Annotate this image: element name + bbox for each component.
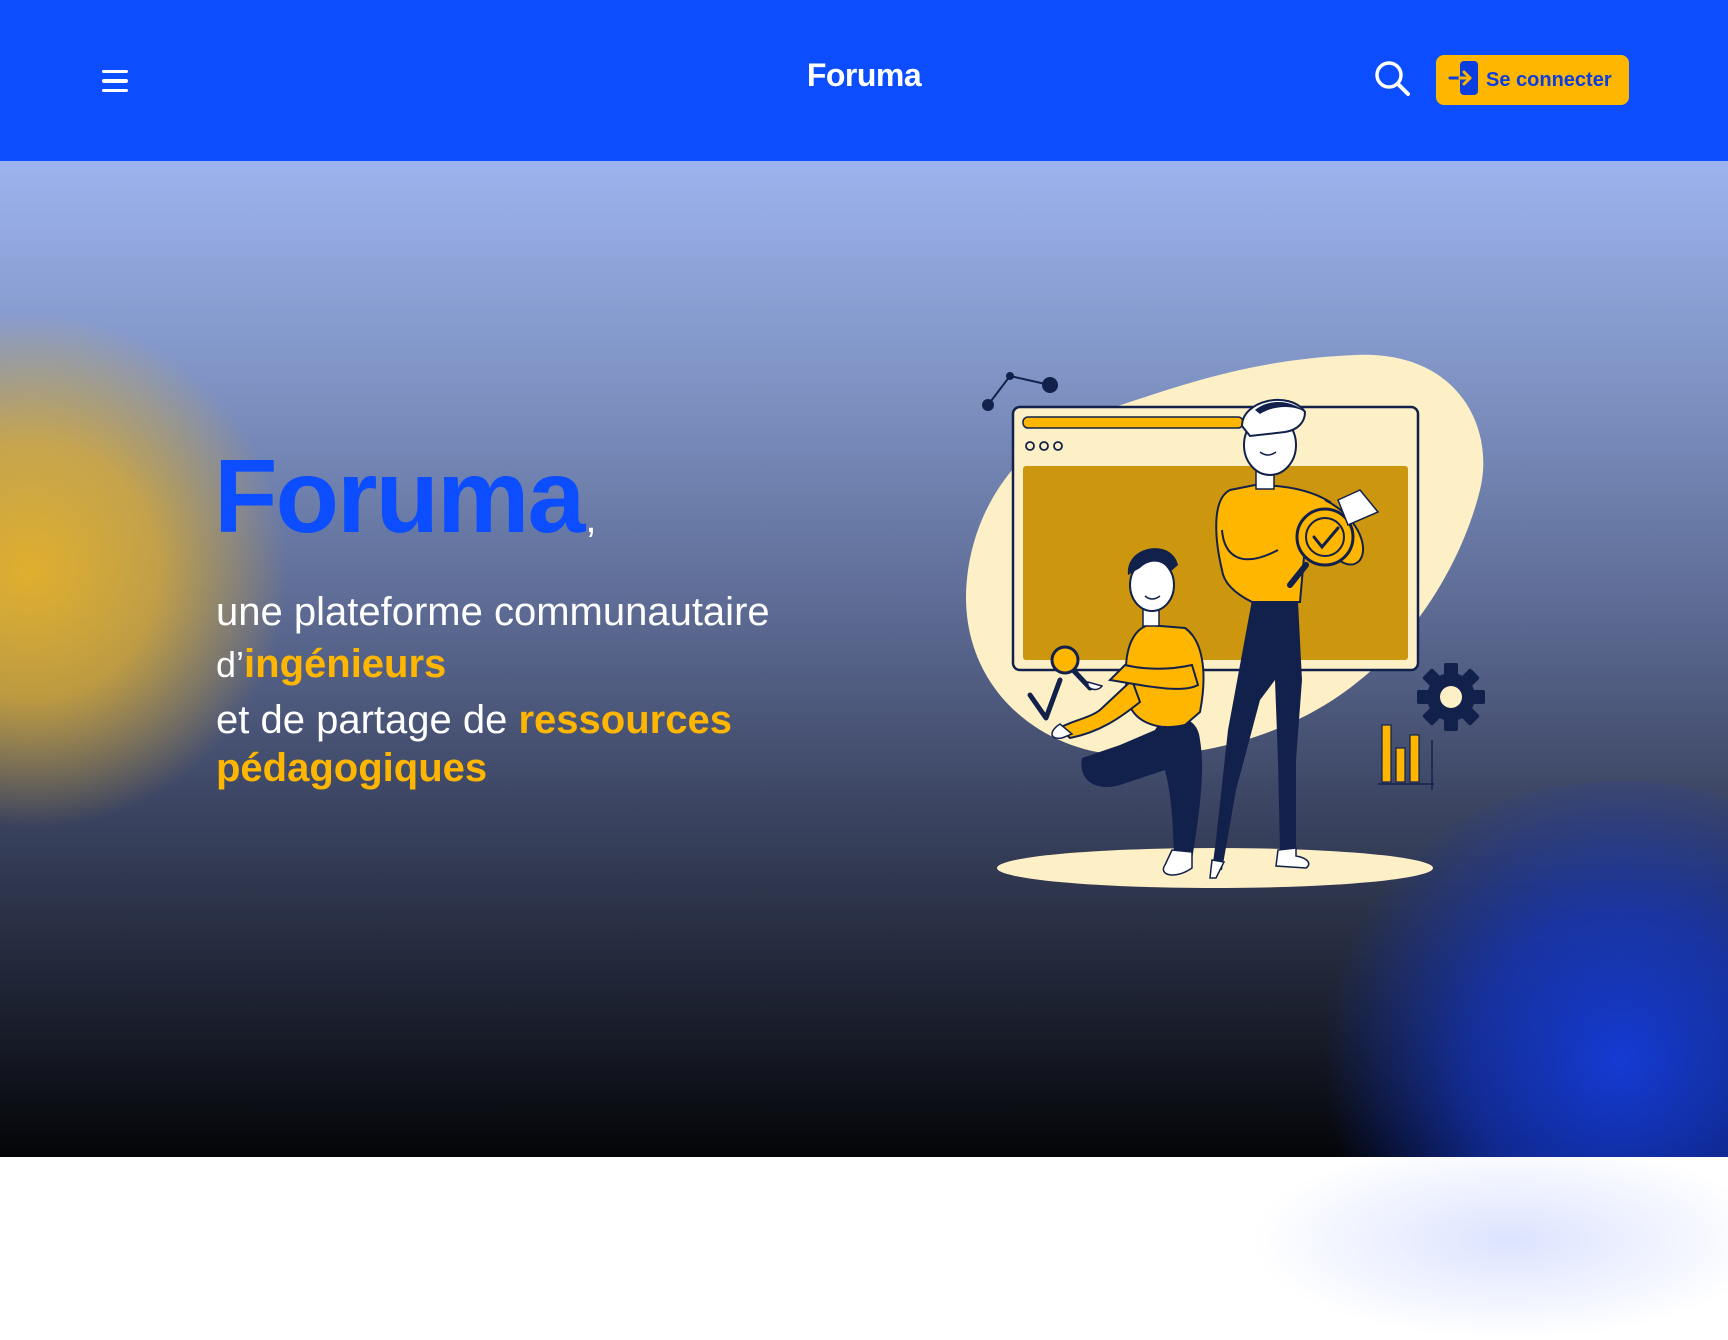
bar-chart-icon: [1378, 724, 1434, 790]
hero-tagline-line-4: pédagogiques: [216, 744, 487, 792]
login-arrow-icon: [1448, 59, 1482, 102]
tagline-prefix: d’: [216, 644, 245, 685]
network-nodes-icon: [982, 372, 1058, 411]
tagline-highlight-engineers: ingénieurs: [244, 642, 447, 686]
login-button-label: Se connecter: [1486, 68, 1612, 91]
hero-title: Foruma,: [214, 445, 597, 549]
tagline-highlight-resources: ressources: [518, 698, 732, 742]
hero-tagline-line-1: une plateforme communautaire: [216, 590, 770, 634]
engineers-illustration: [965, 354, 1485, 888]
tagline-highlight-pedagogical: pédagogiques: [216, 746, 488, 790]
hero-title-comma: ,: [585, 497, 597, 541]
bottom-glow-decoration: [1250, 1140, 1728, 1340]
search-icon[interactable]: [1372, 58, 1414, 100]
top-navbar: Foruma Se connecter: [0, 0, 1728, 161]
hero-title-text: Foruma: [214, 439, 585, 555]
hero-tagline-line-3: et de partage de ressources: [216, 696, 732, 744]
gear-icon: [1417, 663, 1485, 731]
tagline-text: et de partage de: [216, 698, 519, 742]
hero-tagline-line-2: d’ingénieurs: [216, 640, 446, 688]
hamburger-menu-icon[interactable]: [96, 64, 134, 98]
login-button[interactable]: Se connecter: [1436, 55, 1629, 105]
brand-link[interactable]: Foruma: [807, 57, 922, 93]
